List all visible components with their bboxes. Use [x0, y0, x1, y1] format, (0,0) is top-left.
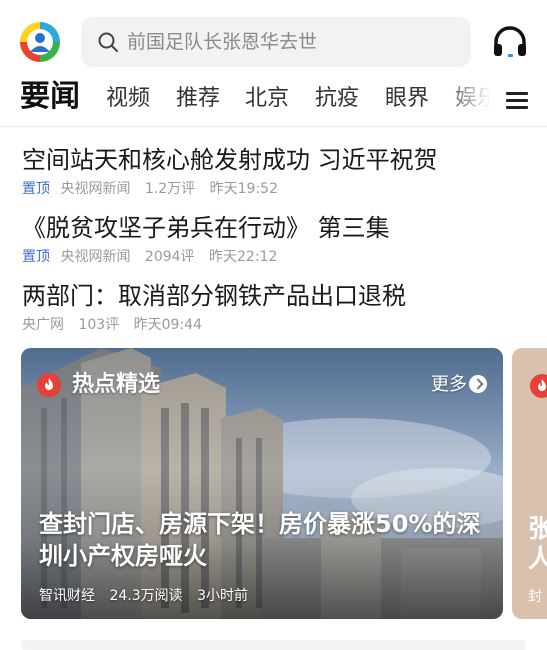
news-comments: 2094评 — [144, 249, 195, 265]
news-title[interactable]: 两部门：取消部分钢铁产品出口退税 — [22, 280, 532, 312]
top-bar: 前国足队长张恩华去世 — [0, 0, 547, 80]
app-logo-icon[interactable] — [18, 20, 62, 64]
featured-reads: 24.3万阅读 — [109, 588, 183, 604]
next-card-title: 张 人 — [528, 514, 547, 573]
divider — [0, 126, 547, 127]
news-title[interactable]: 《脱贫攻坚子弟兵在行动》 第三集 — [22, 212, 532, 244]
news-item[interactable]: 《脱贫攻坚子弟兵在行动》 第三集 置顶 央视网新闻 2094评 昨天22:12 — [22, 212, 532, 266]
channel-tabs: 要闻 视频 推荐 北京 抗疫 眼界 娱乐 — [0, 72, 547, 126]
chevron-right-icon — [469, 375, 487, 393]
tab-yaowen[interactable]: 要闻 — [20, 76, 80, 118]
fire-icon — [530, 374, 547, 398]
news-time: 昨天22:12 — [209, 249, 278, 265]
search-icon — [98, 32, 118, 52]
news-meta: 置顶 央视网新闻 2094评 昨天22:12 — [22, 248, 532, 266]
more-button[interactable]: 更多 — [431, 372, 487, 398]
news-title[interactable]: 空间站天和核心舱发射成功 习近平祝贺 — [22, 144, 532, 176]
news-item[interactable]: 两部门：取消部分钢铁产品出口退税 央广网 103评 昨天09:44 — [22, 280, 532, 334]
tabs-fade — [440, 76, 500, 122]
featured-time: 3小时前 — [197, 588, 248, 604]
news-time: 昨天09:44 — [133, 317, 202, 333]
featured-card[interactable]: 热点精选 更多 查封门店、房源下架！房价暴涨50%的深圳小产权房哑火 智讯财经 … — [21, 348, 503, 619]
news-comments: 1.2万评 — [144, 181, 196, 197]
tab-video[interactable]: 视频 — [106, 84, 150, 114]
more-label: 更多 — [431, 374, 467, 395]
search-bar[interactable]: 前国足队长张恩华去世 — [81, 17, 471, 67]
next-card[interactable]: 张 人 封 — [512, 348, 547, 619]
section-title: 热点精选 — [72, 372, 161, 397]
featured-source: 智讯财经 — [39, 588, 95, 604]
news-meta: 央广网 103评 昨天09:44 — [22, 316, 532, 334]
pinned-badge: 置顶 — [22, 181, 50, 197]
featured-meta: 智讯财经 24.3万阅读 3小时前 — [39, 585, 258, 605]
fire-icon — [37, 373, 61, 397]
news-source: 央视网新闻 — [60, 249, 131, 265]
news-item[interactable]: 空间站天和核心舱发射成功 习近平祝贺 置顶 央视网新闻 1.2万评 昨天19:5… — [22, 144, 532, 198]
pinned-badge: 置顶 — [22, 249, 50, 265]
tab-recommend[interactable]: 推荐 — [176, 84, 220, 114]
news-comments: 103评 — [78, 317, 120, 333]
menu-icon[interactable] — [506, 92, 528, 110]
headphones-icon[interactable] — [492, 24, 528, 60]
next-section-strip — [21, 640, 526, 650]
next-card-meta: 封 — [528, 589, 542, 605]
news-source: 央广网 — [22, 317, 64, 333]
news-time: 昨天19:52 — [209, 181, 278, 197]
tab-horizon[interactable]: 眼界 — [385, 84, 429, 114]
tab-antiepidemic[interactable]: 抗疫 — [315, 84, 359, 114]
news-source: 央视网新闻 — [60, 181, 131, 197]
featured-headline[interactable]: 查封门店、房源下架！房价暴涨50%的深圳小产权房哑火 — [39, 508, 489, 572]
tab-beijing[interactable]: 北京 — [245, 84, 289, 114]
news-meta: 置顶 央视网新闻 1.2万评 昨天19:52 — [22, 180, 532, 198]
search-placeholder: 前国足队长张恩华去世 — [127, 31, 318, 53]
